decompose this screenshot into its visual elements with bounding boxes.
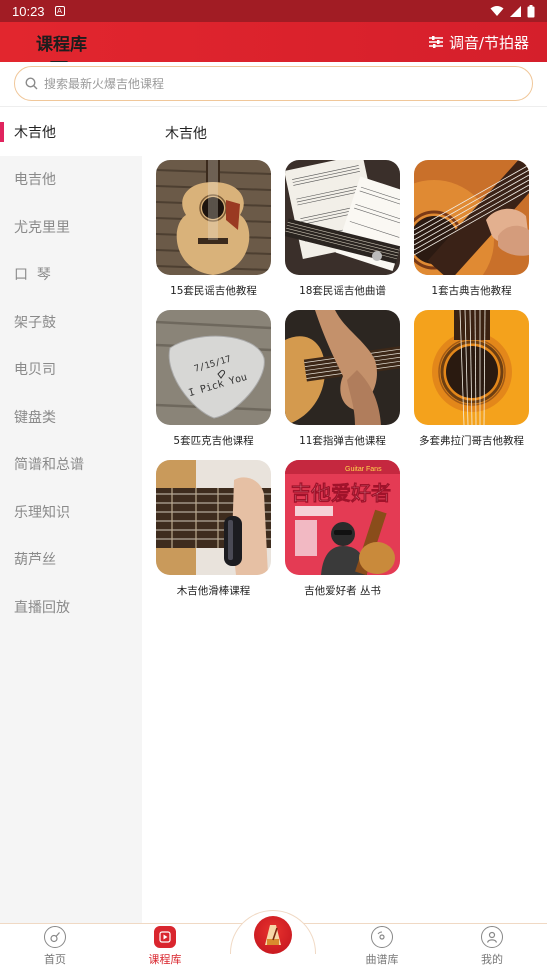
- search-box[interactable]: [14, 66, 533, 101]
- bottom-tab-bar: 首页 课程库 曲谱库 我的: [0, 910, 547, 974]
- search-icon: [25, 77, 38, 90]
- course-card[interactable]: 木吉他滑棒课程: [156, 460, 271, 610]
- sidebar-item-hulusi[interactable]: 葫芦丝: [0, 536, 142, 584]
- sidebar-item-ukulele[interactable]: 尤克里里: [0, 203, 142, 251]
- cover-english-title: Guitar Fans: [345, 466, 382, 473]
- sidebar-item-label: 木吉他: [14, 124, 56, 141]
- course-thumbnail-sheet-music: [285, 160, 400, 275]
- course-grid: 15套民谣吉他教程 18套民谣吉他曲谱 1套古典吉他教程 7/15/17 I P…: [156, 160, 529, 610]
- cover-title: 吉他爱好者: [291, 481, 391, 505]
- course-card[interactable]: 18套民谣吉他曲谱: [285, 160, 400, 310]
- sidebar-item-label: 电吉他: [14, 172, 56, 189]
- course-card[interactable]: 7/15/17 I Pick You 5套匹克吉他课程: [156, 310, 271, 460]
- sidebar-item-label: 口 琴: [14, 267, 51, 284]
- course-card-label: 1套古典吉他教程: [431, 285, 512, 297]
- metronome-button[interactable]: [254, 916, 292, 954]
- course-play-icon: [154, 926, 176, 948]
- sidebar-item-label: 乐理知识: [14, 504, 70, 521]
- tab-score-library[interactable]: 曲谱库: [327, 926, 437, 967]
- metronome-icon: [265, 925, 281, 945]
- tab-label: 我的: [481, 953, 503, 966]
- tab-label: 课程库: [148, 953, 182, 966]
- sidebar-item-music-theory[interactable]: 乐理知识: [0, 488, 142, 536]
- tuner-metronome-button[interactable]: 调音/节拍器: [428, 32, 529, 53]
- sidebar-item-label: 直播回放: [14, 599, 70, 616]
- course-card[interactable]: 多套弗拉门哥吉他教程: [414, 310, 529, 460]
- status-time: 10:23: [12, 3, 45, 19]
- signal-icon: [510, 5, 521, 17]
- course-thumbnail-fingerstyle: [285, 310, 400, 425]
- home-guitar-icon: [44, 926, 66, 948]
- page-title: 课程库: [36, 30, 87, 64]
- course-thumbnail-guitar-pick: 7/15/17 I Pick You: [156, 310, 271, 425]
- course-thumbnail-acoustic-guitar: [156, 160, 271, 275]
- sidebar-item-acoustic-guitar[interactable]: 木吉他: [0, 108, 142, 156]
- battery-icon: [527, 4, 535, 17]
- tab-course-library[interactable]: 课程库: [110, 926, 220, 967]
- search-bar-container: [0, 62, 547, 107]
- sidebar-item-drums[interactable]: 架子鼓: [0, 298, 142, 346]
- sidebar-item-keyboard[interactable]: 键盘类: [0, 393, 142, 441]
- course-card-label: 多套弗拉门哥吉他教程: [419, 435, 524, 447]
- sidebar-item-label: 简谱和总谱: [14, 457, 84, 474]
- app-header: 课程库 调音/节拍器: [0, 22, 547, 64]
- course-card[interactable]: Guitar Fans 吉他爱好者 吉他爱好者 丛书: [285, 460, 400, 610]
- wifi-icon: [490, 6, 504, 16]
- sidebar-item-label: 葫芦丝: [14, 552, 56, 569]
- course-card-label: 11套指弹吉他课程: [299, 435, 386, 447]
- search-input[interactable]: [44, 76, 484, 91]
- course-card-label: 吉他爱好者 丛书: [304, 585, 381, 597]
- status-icons: [490, 4, 535, 18]
- tab-label: 曲谱库: [365, 953, 399, 966]
- course-card[interactable]: 1套古典吉他教程: [414, 160, 529, 310]
- course-thumbnail-magazine: Guitar Fans 吉他爱好者: [285, 460, 400, 575]
- course-content: 木吉他 15套民谣吉他教程 18套民谣吉他曲谱 1套古典吉他教程 7/15/17…: [142, 108, 547, 923]
- sim-icon: A: [54, 6, 65, 16]
- tab-home[interactable]: 首页: [0, 926, 110, 967]
- sidebar-item-scores[interactable]: 简谱和总谱: [0, 441, 142, 489]
- section-title: 木吉他: [165, 126, 207, 142]
- course-card[interactable]: 15套民谣吉他教程: [156, 160, 271, 310]
- course-thumbnail-classical-guitar: [414, 160, 529, 275]
- tuner-label: 调音/节拍器: [448, 33, 529, 52]
- course-thumbnail-flamenco: [414, 310, 529, 425]
- sidebar-item-label: 架子鼓: [14, 314, 56, 331]
- course-card-label: 18套民谣吉他曲谱: [299, 285, 386, 297]
- course-card[interactable]: 11套指弹吉他课程: [285, 310, 400, 460]
- course-card-label: 5套匹克吉他课程: [173, 435, 254, 447]
- tab-me[interactable]: 我的: [437, 926, 547, 967]
- sidebar-item-label: 电贝司: [14, 362, 56, 379]
- user-icon: [481, 926, 503, 948]
- sidebar-item-live-replay[interactable]: 直播回放: [0, 583, 142, 631]
- sidebar-item-bass[interactable]: 电贝司: [0, 346, 142, 394]
- sidebar-item-electric-guitar[interactable]: 电吉他: [0, 156, 142, 204]
- sidebar-item-label: 键盘类: [14, 409, 56, 426]
- category-sidebar: 木吉他 电吉他 尤克里里 口 琴 架子鼓 电贝司 键盘类 简谱和总谱 乐理知识 …: [0, 108, 142, 923]
- tab-label: 首页: [44, 953, 66, 966]
- record-disc-icon: [371, 926, 393, 948]
- sidebar-item-label: 尤克里里: [14, 219, 70, 236]
- sidebar-item-harmonica[interactable]: 口 琴: [0, 251, 142, 299]
- course-card-label: 木吉他滑棒课程: [176, 585, 251, 597]
- course-card-label: 15套民谣吉他教程: [170, 285, 257, 297]
- status-bar: 10:23 A: [0, 0, 547, 22]
- course-thumbnail-slide-guitar: [156, 460, 271, 575]
- sliders-icon: [428, 36, 443, 48]
